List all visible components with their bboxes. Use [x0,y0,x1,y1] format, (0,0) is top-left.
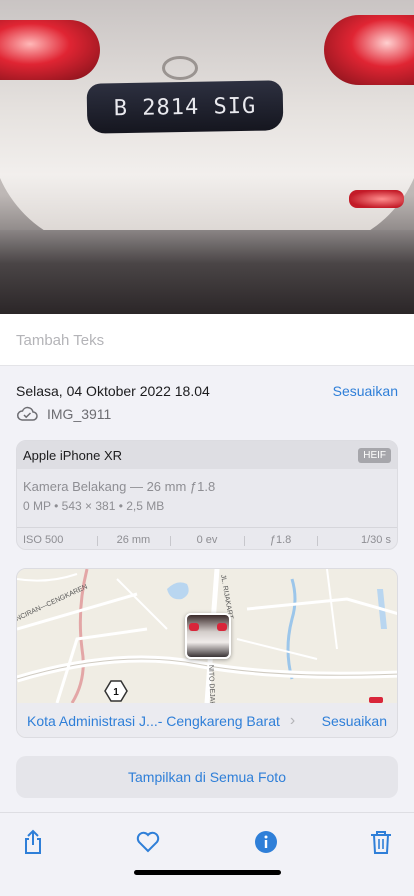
reflector-right [349,190,404,208]
car-logo [162,56,198,80]
license-plate-text: B 2814 SIG [113,93,257,121]
trash-icon [371,831,391,854]
share-icon [25,829,41,854]
lens-info: Kamera Belakang — 26 mm ƒ1.8 [23,479,216,494]
exif-aperture: ƒ1.8 [243,534,318,546]
bottom-toolbar [0,812,414,896]
tail-light-right [324,15,414,85]
share-button[interactable] [18,827,48,857]
exif-exposure-value: 0 ev [170,534,244,546]
format-badge: HEIF [358,447,391,463]
icloud-check-icon [17,406,38,421]
delete-button[interactable] [366,827,396,857]
map-footer: Kota Administrasi J...- Cengkareng Barat… [17,703,397,737]
exif-row: ISO 500 26 mm 0 ev ƒ1.8 1/30 s [17,527,397,549]
exif-iso: ISO 500 [23,533,64,546]
car-bumper [0,230,414,314]
exif-focal-length: 26 mm [96,534,171,546]
info-icon [255,831,277,853]
filename-row: IMG_3911 [16,406,111,422]
location-map[interactable]: NCIRAN—CENGKAREN JL. RIJAKART NITO DEJAK… [16,568,398,738]
tail-light-left [0,20,100,80]
photo-preview[interactable]: B 2814 SIG [0,0,414,314]
camera-model: Apple iPhone XR [23,447,123,463]
location-link[interactable]: Kota Administrasi J...- Cengkareng Barat… [27,712,295,730]
heart-icon [136,831,160,853]
caption-placeholder: Tambah Teks [16,332,105,349]
map-road-label-3: NITO DEJAKA [207,665,216,703]
info-button[interactable] [251,827,281,857]
photo-datetime: Selasa, 04 Oktober 2022 18.04 [16,383,210,399]
adjust-location-button[interactable]: Sesuaikan [322,713,387,729]
exif-shutter-speed: 1/30 s [317,534,397,546]
license-plate: B 2814 SIG [86,80,284,134]
show-in-all-photos-button[interactable]: Tampilkan di Semua Foto [16,756,398,798]
caption-field[interactable]: Tambah Teks [0,314,414,366]
chevron-right-icon: › [289,712,296,729]
home-indicator[interactable] [134,870,281,875]
location-name: Kota Administrasi J...- Cengkareng Barat [27,713,280,729]
camera-info-card: Apple iPhone XR HEIF Kamera Belakang — 2… [16,440,398,550]
filename-text: IMG_3911 [47,406,112,422]
image-details: 0 MP • 543 × 381 • 2,5 MB [23,499,165,513]
route-badge: 1 [113,687,119,698]
camera-info-header: Apple iPhone XR HEIF [17,441,397,469]
favorite-button[interactable] [133,827,163,857]
map-photo-thumbnail[interactable] [185,613,231,659]
adjust-datetime-button[interactable]: Sesuaikan [333,383,398,399]
info-panel: Selasa, 04 Oktober 2022 18.04 Sesuaikan … [0,366,414,826]
